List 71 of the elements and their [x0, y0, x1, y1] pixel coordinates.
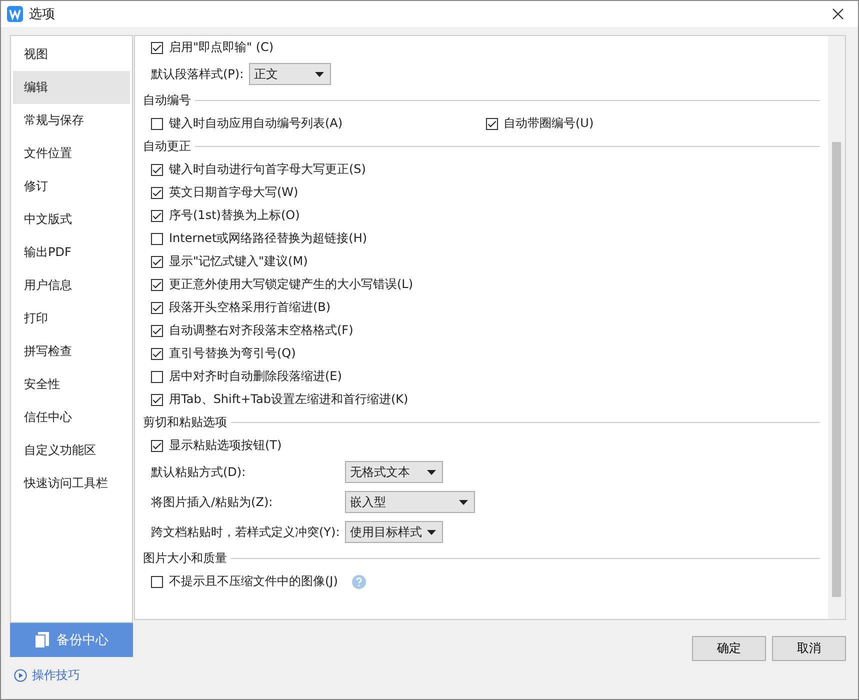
- checkbox[interactable]: [151, 118, 163, 130]
- document-icon: [34, 632, 48, 648]
- sidebar-item[interactable]: 快速访问工具栏: [13, 467, 130, 500]
- checkbox-label: 启用"即点即输" (C): [169, 39, 274, 56]
- sidebar-item[interactable]: 编辑: [13, 71, 130, 104]
- sidebar-item[interactable]: 自定义功能区: [13, 434, 130, 467]
- checkbox[interactable]: [151, 256, 163, 268]
- sidebar-item[interactable]: 打印: [13, 302, 130, 335]
- section-heading: 图片大小和质量: [143, 550, 227, 567]
- checkbox[interactable]: [151, 440, 163, 452]
- app-logo-icon: [7, 6, 23, 22]
- sidebar-item[interactable]: 用户信息: [13, 269, 130, 302]
- checkbox[interactable]: [151, 324, 163, 336]
- dialog-button[interactable]: 取消: [772, 636, 846, 661]
- checkbox-label: 显示粘贴选项按钮(T): [169, 437, 282, 454]
- field-label: 默认粘贴方式(D):: [151, 464, 247, 480]
- checkbox-label: 键入时自动应用自动编号列表(A): [169, 115, 343, 132]
- section-heading: 剪切和粘贴选项: [143, 414, 227, 431]
- dialog-button[interactable]: 确定: [692, 636, 766, 661]
- checkbox-label: 键入时自动进行句首字母大写更正(S): [169, 161, 366, 178]
- dropdown[interactable]: 无格式文本: [345, 461, 443, 483]
- checkbox-label: 居中对齐时自动删除段落缩进(E): [169, 368, 342, 385]
- dropdown[interactable]: 嵌入型: [345, 491, 475, 513]
- tips-link[interactable]: 操作技巧: [14, 667, 133, 684]
- section-heading: 自动编号: [143, 92, 191, 109]
- field-label: 跨文档粘贴时，若样式定义冲突(Y):: [151, 524, 341, 540]
- window-title: 选项: [29, 6, 56, 23]
- close-icon[interactable]: [832, 8, 844, 20]
- checkbox-label: 自动带圈编号(U): [504, 115, 594, 132]
- sidebar-item[interactable]: 信任中心: [13, 401, 130, 434]
- checkbox-label: Internet或网络路径替换为超链接(H): [169, 230, 368, 247]
- sidebar-item[interactable]: 修订: [13, 170, 130, 203]
- checkbox-label: 直引号替换为弯引号(Q): [169, 345, 296, 362]
- checkbox-label: 段落开头空格采用行首缩进(B): [169, 299, 331, 316]
- checkbox-label: 不提示且不压缩文件中的图像(J): [169, 573, 338, 590]
- checkbox[interactable]: [151, 278, 163, 290]
- checkbox[interactable]: [151, 210, 163, 222]
- checkbox[interactable]: [151, 232, 163, 244]
- scrollbar[interactable]: [828, 36, 845, 619]
- field-label: 将图片插入/粘贴为(Z):: [151, 494, 274, 510]
- dropdown[interactable]: 使用目标样式: [345, 521, 443, 543]
- checkbox[interactable]: [151, 348, 163, 360]
- checkbox[interactable]: [151, 576, 163, 588]
- checkbox[interactable]: [151, 186, 163, 198]
- checkbox-label: 更正意外使用大写锁定键产生的大小写错误(L): [169, 276, 414, 293]
- checkbox-label: 显示"记忆式键入"建议(M): [169, 253, 308, 270]
- checkbox-label: 英文日期首字母大写(W): [169, 184, 298, 201]
- sidebar-item[interactable]: 安全性: [13, 368, 130, 401]
- caret-icon: [459, 500, 468, 504]
- caret-icon: [427, 530, 436, 534]
- sidebar-item[interactable]: 中文版式: [13, 203, 130, 236]
- field-label: 默认段落样式(P):: [151, 66, 245, 82]
- checkbox[interactable]: [486, 118, 498, 130]
- checkbox[interactable]: [151, 370, 163, 382]
- checkbox[interactable]: [151, 394, 163, 406]
- checkbox-label: 用Tab、Shift+Tab设置左缩进和首行缩进(K): [169, 391, 408, 408]
- caret-icon: [427, 470, 436, 474]
- sidebar-item[interactable]: 文件位置: [13, 137, 130, 170]
- sidebar-item[interactable]: 常规与保存: [13, 104, 130, 137]
- sidebar-item[interactable]: 视图: [13, 38, 130, 71]
- play-icon: [14, 669, 27, 682]
- checkbox-label: 自动调整右对齐段落末空格格式(F): [169, 322, 354, 339]
- sidebar-item[interactable]: 拼写检查: [13, 335, 130, 368]
- sidebar-item[interactable]: 输出PDF: [13, 236, 130, 269]
- checkbox[interactable]: [151, 42, 163, 54]
- checkbox[interactable]: [151, 164, 163, 176]
- checkbox[interactable]: [151, 302, 163, 314]
- caret-icon: [315, 72, 324, 76]
- dropdown[interactable]: 正文: [249, 63, 331, 85]
- section-heading: 自动更正: [143, 138, 191, 155]
- checkbox-label: 序号(1st)替换为上标(O): [169, 207, 300, 224]
